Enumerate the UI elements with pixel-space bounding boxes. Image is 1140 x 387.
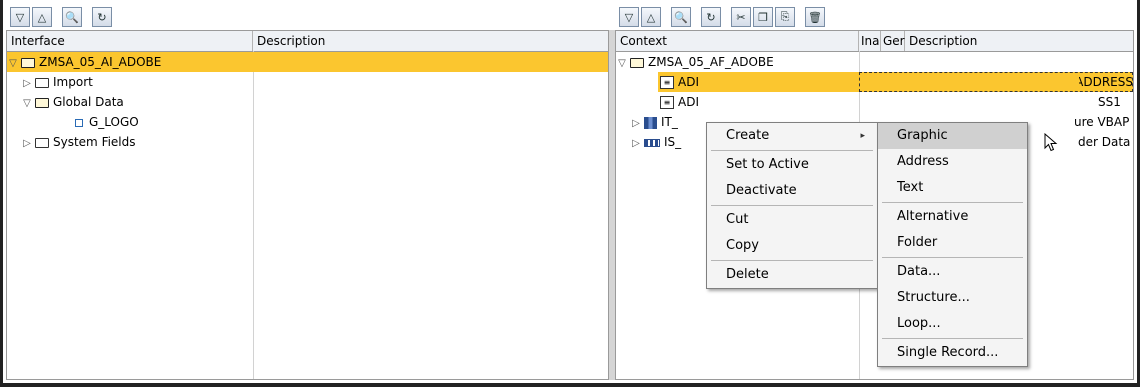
delete-icon[interactable]: 🗑 (805, 7, 825, 27)
menu-separator (711, 260, 873, 261)
tree-node-system-fields[interactable]: ▷ System Fields (7, 132, 608, 152)
column-header-inactive[interactable]: Ina (859, 31, 881, 51)
submenu-item-text[interactable]: Text (878, 175, 1027, 201)
structure-icon (644, 138, 660, 147)
column-header-context[interactable]: Context (616, 31, 859, 51)
menu-separator (711, 205, 873, 206)
tree-node-g-logo[interactable]: G_LOGO (7, 112, 608, 132)
tree-node-label: Global Data (53, 95, 124, 109)
menu-item-deactivate[interactable]: Deactivate (707, 178, 877, 204)
submenu-item-structure[interactable]: Structure... (878, 285, 1027, 311)
folder-icon (35, 77, 49, 88)
variable-icon (75, 118, 83, 127)
folder-open-icon (35, 97, 49, 108)
copy-icon[interactable]: ❐ (753, 7, 773, 27)
menu-separator (882, 338, 1023, 339)
submenu-item-data[interactable]: Data... (878, 259, 1027, 285)
interface-tree-header: Interface Description (7, 31, 608, 52)
submenu-item-single-record[interactable]: Single Record... (878, 340, 1027, 366)
right-toolbar: ▽ △ 🔍 ↻ ✂ ❐ ⎘ 🗑 (619, 6, 825, 28)
refresh-icon[interactable]: ↻ (701, 7, 721, 27)
cut-icon[interactable]: ✂ (731, 7, 751, 27)
menu-item-copy[interactable]: Copy (707, 233, 877, 259)
tree-node-import[interactable]: ▷ Import (7, 72, 608, 92)
tree-node-description: SS1 (1098, 95, 1121, 109)
tree-node-label: G_LOGO (89, 115, 139, 129)
menu-item-set-to-active[interactable]: Set to Active (707, 152, 877, 178)
tree-node-label: ZMSA_05_AF_ADOBE (648, 55, 774, 69)
collapsed-icon[interactable]: ▷ (630, 114, 642, 134)
submenu-item-alternative[interactable]: Alternative (878, 204, 1027, 230)
tree-node-label: IS_ (664, 135, 682, 149)
context-tree-header: Context Ina Ger Description (616, 31, 1133, 52)
expanded-icon[interactable]: ▽ (21, 94, 33, 114)
tree-node-global-data[interactable]: ▽ Global Data (7, 92, 608, 112)
refresh-icon[interactable]: ↻ (92, 7, 112, 27)
column-header-german[interactable]: Ger (881, 31, 905, 51)
expanded-icon[interactable]: ▽ (7, 54, 19, 74)
left-toolbar: ▽ △ 🔍 ↻ (10, 6, 112, 28)
tree-node-label: Import (53, 75, 93, 89)
column-header-description[interactable]: Description (905, 31, 1135, 51)
tree-node-label: ZMSA_05_AI_ADOBE (39, 55, 162, 69)
paste-icon[interactable]: ⎘ (775, 7, 795, 27)
context-menu: Create ▸ Set to Active Deactivate Cut Cop… (706, 122, 878, 289)
collapse-all-icon[interactable]: △ (32, 7, 52, 27)
collapse-all-icon[interactable]: △ (641, 7, 661, 27)
text-node-icon: ≡ (660, 76, 674, 89)
mouse-cursor-icon (1044, 133, 1058, 152)
find-icon[interactable]: 🔍 (671, 7, 691, 27)
menu-item-delete[interactable]: Delete (707, 262, 877, 288)
menu-separator (882, 202, 1023, 203)
submenu-item-address[interactable]: Address (878, 149, 1027, 175)
submenu-item-graphic[interactable]: Graphic (878, 123, 1027, 149)
collapsed-icon[interactable]: ▷ (630, 134, 642, 154)
tree-node-description: Address Node ADDRESS (1079, 75, 1133, 89)
tree-node-description: der Data (1078, 135, 1131, 149)
tree-node-label: IT_ (661, 115, 678, 129)
tree-node-root[interactable]: ▽ ZMSA_05_AF_ADOBE (616, 52, 1133, 72)
expanded-icon[interactable]: ▽ (616, 54, 628, 74)
interface-tree-pane: Interface Description ▽ ZMSA_05_AI_ADOBE … (6, 30, 609, 380)
submenu-item-loop[interactable]: Loop... (878, 311, 1027, 337)
tree-node-label: ADI (678, 95, 699, 109)
expand-all-icon[interactable]: ▽ (10, 7, 30, 27)
create-submenu: Graphic Address Text Alternative Folder … (877, 122, 1028, 367)
collapsed-icon[interactable]: ▷ (21, 134, 33, 154)
menu-separator (711, 150, 873, 151)
tree-node-description: ure VBAP (1074, 115, 1130, 129)
folder-icon (35, 137, 49, 148)
tree-node-label: System Fields (53, 135, 136, 149)
submenu-item-folder[interactable]: Folder (878, 230, 1027, 256)
tree-node-address-1[interactable]: ≡ ADI SS1 (616, 92, 1133, 112)
folder-open-icon (21, 57, 35, 68)
tree-node-root[interactable]: ▽ ZMSA_05_AI_ADOBE (7, 52, 608, 72)
tree-node-address[interactable]: ≡ ADI Address Node ADDRESS (616, 72, 1133, 92)
column-header-description[interactable]: Description (253, 31, 610, 51)
menu-item-cut[interactable]: Cut (707, 207, 877, 233)
tree-node-label: ADI (678, 75, 699, 89)
table-icon (644, 116, 657, 129)
collapsed-icon[interactable]: ▷ (21, 74, 33, 94)
text-node-icon: ≡ (660, 96, 674, 109)
find-icon[interactable]: 🔍 (62, 7, 82, 27)
column-header-interface[interactable]: Interface (7, 31, 253, 51)
submenu-arrow-icon: ▸ (860, 131, 865, 141)
expand-all-icon[interactable]: ▽ (619, 7, 639, 27)
menu-item-create[interactable]: Create ▸ (707, 123, 877, 149)
menu-separator (882, 257, 1023, 258)
folder-open-icon (630, 57, 644, 68)
